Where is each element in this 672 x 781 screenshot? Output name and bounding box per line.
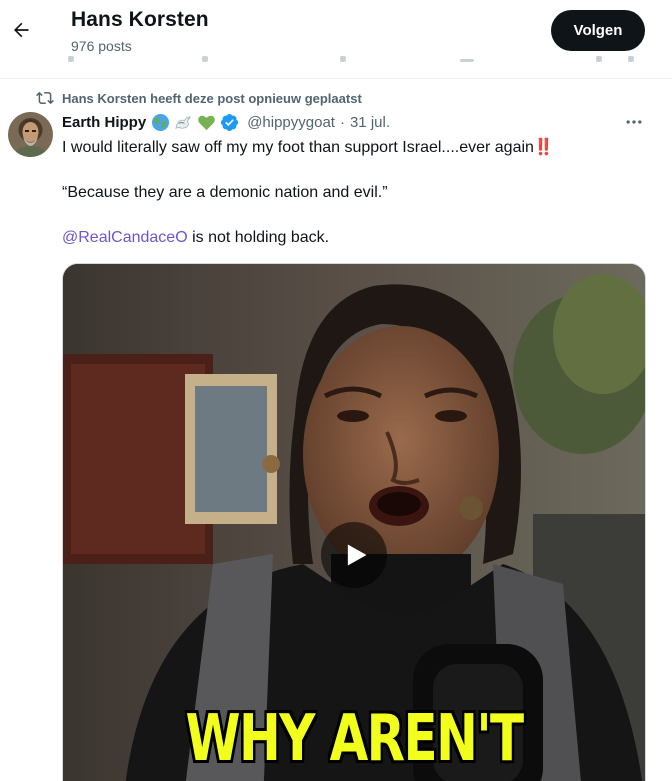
- profile-page: Hans Korsten 976 posts Volgen Hans Korst…: [0, 0, 672, 781]
- tweet-text-line-1: I would literally saw off my my foot tha…: [62, 137, 652, 159]
- double-exclamation-emoji: ‼️: [533, 139, 554, 156]
- follow-button[interactable]: Volgen: [551, 10, 645, 51]
- dove-icon: [173, 112, 194, 133]
- repost-notice: Hans Korsten heeft deze post opnieuw gep…: [36, 89, 362, 107]
- tweet-date[interactable]: 31 jul.: [350, 114, 390, 131]
- tweet-text-line-3: @RealCandaceO is not holding back.: [62, 227, 652, 249]
- green-heart-icon: [196, 112, 217, 133]
- verified-badge-icon[interactable]: [219, 112, 240, 133]
- author-display-name[interactable]: Earth Hippy: [62, 114, 146, 131]
- avatar[interactable]: [8, 112, 53, 157]
- globe-icon: [150, 112, 171, 133]
- play-icon: [347, 544, 367, 566]
- tweet-text-line-3-body: is not holding back.: [187, 229, 330, 246]
- play-button[interactable]: [321, 522, 387, 588]
- tweet-author-row: Earth Hippy @hippyygoat · 31 jul.: [62, 112, 390, 133]
- post-count: 976 posts: [71, 38, 132, 54]
- video-caption-overlay: WHY AREN'T: [185, 702, 524, 776]
- avatar-image: [8, 112, 53, 157]
- tweet-text: I would literally saw off my my foot tha…: [62, 137, 652, 249]
- repost-notice-text: Hans Korsten heeft deze post opnieuw gep…: [62, 90, 362, 106]
- tweet-text-line-2: “Because they are a demonic nation and e…: [62, 184, 388, 201]
- back-button[interactable]: [4, 13, 38, 47]
- more-options-button[interactable]: [620, 112, 648, 132]
- author-handle[interactable]: @hippyygoat: [247, 114, 335, 131]
- separator-dot: ·: [339, 114, 345, 131]
- tweet-text-line-1-body: I would literally saw off my my foot tha…: [62, 139, 534, 156]
- mention-link[interactable]: @RealCandaceO: [62, 229, 188, 246]
- scrolled-content-ghost: [40, 56, 660, 64]
- video-player[interactable]: WHY AREN'T: [62, 263, 646, 781]
- repost-icon: [36, 91, 54, 105]
- more-horizontal-icon: [626, 120, 642, 124]
- profile-name: Hans Korsten: [71, 8, 209, 31]
- arrow-left-icon: [14, 22, 29, 38]
- profile-header: Hans Korsten 976 posts Volgen: [0, 0, 672, 79]
